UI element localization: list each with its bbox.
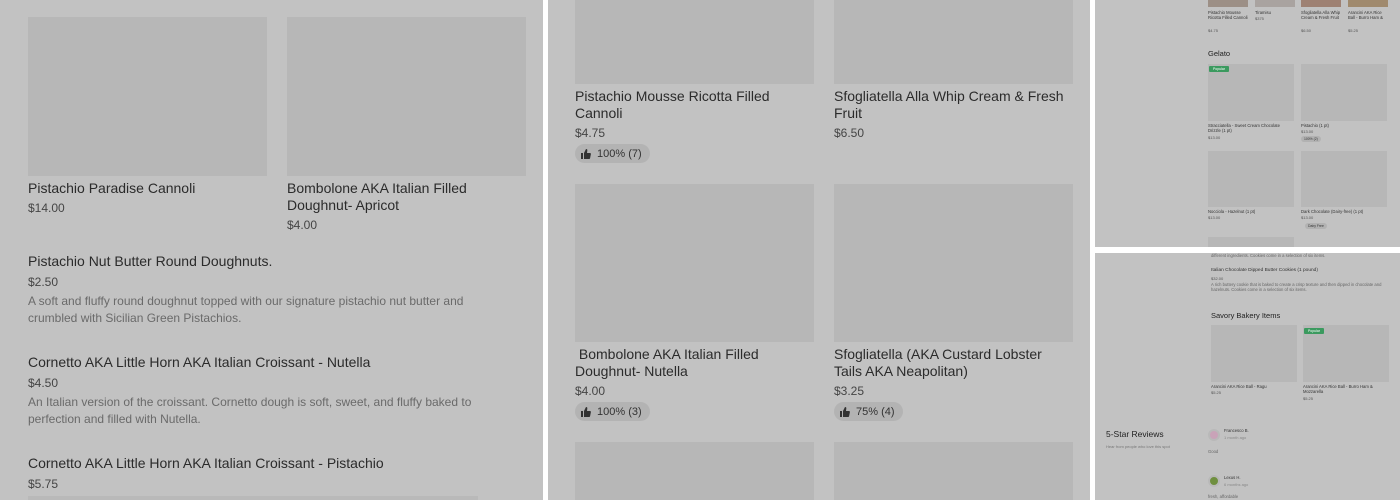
item-price: $5.25 xyxy=(1211,390,1222,395)
thumbs-up-icon xyxy=(840,406,850,417)
menu-panel-bottom-right: different ingredients. Cookies come in a… xyxy=(1095,253,1400,500)
item-price: $4.00 xyxy=(287,218,318,232)
item-name[interactable]: Bombolone AKA Italian Filled Doughnut- A… xyxy=(287,180,507,214)
item-price: $13.00 xyxy=(1208,215,1221,220)
item-name[interactable]: Sfogliatella (AKA Custard Lobster Tails … xyxy=(834,346,1059,380)
item-image-placeholder[interactable] xyxy=(834,0,1073,84)
item-image[interactable] xyxy=(1301,0,1341,7)
menu-panel-top-right: Pistachio Mousse Ricotta Filled Cannoli … xyxy=(1095,0,1400,247)
list-item-price: $5.75 xyxy=(28,477,59,491)
list-item-name[interactable]: Pistachio Nut Butter Round Doughnuts. xyxy=(28,253,528,270)
review-text: Good xyxy=(1208,449,1219,454)
item-image-placeholder[interactable] xyxy=(575,184,814,342)
item-name[interactable]: Dark Chocolate (Dairy-free) (1 pt) xyxy=(1301,209,1386,214)
list-item-description: An Italian version of the croissant. Cor… xyxy=(28,395,472,426)
item-name[interactable]: Pistachio (1 pt) xyxy=(1301,123,1381,128)
item-price: $13.00 xyxy=(1301,129,1314,134)
item-price: $4.75 xyxy=(575,126,606,140)
list-item-price: $2.50 xyxy=(28,275,59,289)
item-description: A rich buttery cookie that is baked to c… xyxy=(1211,282,1382,292)
item-price: $32.00 xyxy=(1211,276,1224,281)
item-image-placeholder[interactable] xyxy=(1301,151,1387,207)
list-item-description-cut xyxy=(28,496,478,500)
rating-text: 100% (3) xyxy=(597,405,642,418)
thumbs-up-icon xyxy=(581,148,591,159)
item-name[interactable]: Arancini AKA Rice Ball - Ragu xyxy=(1211,384,1291,389)
item-image[interactable] xyxy=(1208,0,1248,7)
list-item-description: A soft and fluffy round doughnut topped … xyxy=(28,294,464,325)
item-image-placeholder[interactable] xyxy=(834,442,1073,500)
item-name[interactable]: Stracciatella - Sweet Cream Chocolate Dr… xyxy=(1208,123,1288,133)
thumbs-up-icon xyxy=(581,406,591,417)
item-price: $5.25 xyxy=(1303,396,1314,401)
item-name[interactable]: Pistachio Mousse Ricotta Filled Cannoli xyxy=(575,88,805,122)
reviews-subtitle: Hear from people who love this spot xyxy=(1106,444,1170,449)
rating-pill: 100% (3) xyxy=(575,402,650,421)
review-time: 1 month ago xyxy=(1224,435,1247,440)
dietary-chip: Dairy Free xyxy=(1305,223,1327,229)
item-image[interactable] xyxy=(1255,0,1295,7)
list-item-name[interactable]: Cornetto AKA Little Horn AKA Italian Cro… xyxy=(28,455,528,472)
item-image-placeholder[interactable] xyxy=(28,17,267,176)
review-text: fresh, affordable xyxy=(1208,494,1239,499)
item-name[interactable]: Pistachio Mousse Ricotta Filled Cannoli xyxy=(1208,10,1248,20)
item-name[interactable]: Pistachio Paradise Cannoli xyxy=(28,180,267,197)
section-title: Gelato xyxy=(1208,49,1231,58)
item-image-placeholder[interactable] xyxy=(1208,151,1294,207)
item-price: $13.00 xyxy=(1208,135,1221,140)
item-price: $13.00 xyxy=(1301,215,1314,220)
item-price: $14.00 xyxy=(28,201,65,215)
item-name[interactable]: Sfogliatella Alla Whip Cream & Fresh Fru… xyxy=(1301,10,1341,20)
item-price: $4.75 xyxy=(1208,28,1219,33)
list-item-name[interactable]: Cornetto AKA Little Horn AKA Italian Cro… xyxy=(28,354,528,371)
item-image-placeholder[interactable] xyxy=(1211,325,1297,382)
section-title: Savory Bakery Items xyxy=(1211,311,1281,320)
reviews-title: 5-Star Reviews xyxy=(1106,429,1164,439)
item-price: $6.50 xyxy=(1301,28,1312,33)
item-price: $5.25 xyxy=(1348,28,1359,33)
review-author: Francesco B. xyxy=(1224,428,1249,433)
menu-panel-middle: Pistachio Mousse Ricotta Filled Cannoli … xyxy=(548,0,1090,500)
list-item-price: $4.50 xyxy=(28,376,59,390)
review-author: Lexus H. xyxy=(1224,475,1241,480)
rating-text: 100% (7) xyxy=(597,147,642,160)
item-description-cut: different ingredients. Cookies come in a… xyxy=(1211,253,1326,258)
item-name[interactable]: Nocciola - Hazelnut (1 pt) xyxy=(1208,209,1288,214)
item-image-placeholder[interactable] xyxy=(575,0,814,84)
menu-panel-left: Pistachio Paradise Cannoli $14.00 Bombol… xyxy=(0,0,543,500)
item-price: $6.50 xyxy=(834,126,865,140)
review-time: 6 months ago xyxy=(1224,482,1249,487)
item-price: $4.00 xyxy=(575,384,606,398)
avatar xyxy=(1208,429,1220,441)
rating-text: 75% (4) xyxy=(856,405,895,418)
item-image-placeholder[interactable] xyxy=(1301,64,1387,121)
rating-pill: 100% (7) xyxy=(575,144,650,163)
item-price: $375 xyxy=(1255,16,1264,21)
item-image[interactable] xyxy=(1348,0,1388,7)
item-name[interactable]: Sfogliatella Alla Whip Cream & Fresh Fru… xyxy=(834,88,1079,122)
item-image-placeholder[interactable] xyxy=(1208,237,1294,247)
item-image-placeholder[interactable] xyxy=(834,184,1073,342)
item-name[interactable]: Tiramisu xyxy=(1255,10,1295,15)
popular-badge: Popular xyxy=(1304,328,1324,334)
avatar xyxy=(1208,475,1220,487)
item-image-placeholder[interactable] xyxy=(575,442,814,500)
item-name[interactable]: Arancini AKA Rice Ball - Burro Ham & Moz… xyxy=(1303,384,1389,394)
popular-badge: Popular xyxy=(1209,66,1229,72)
item-name[interactable]: Bombolone AKA Italian Filled Doughnut- N… xyxy=(575,346,805,380)
item-name[interactable]: Italian Chocolate Dipped Butter Cookies … xyxy=(1211,268,1391,273)
item-image-placeholder[interactable] xyxy=(1208,64,1294,121)
item-image-placeholder[interactable] xyxy=(287,17,526,176)
rating-pill: 75% (4) xyxy=(834,402,903,421)
item-price: $3.25 xyxy=(834,384,865,398)
item-name[interactable]: Arancini AKA Rice Ball - Burro Ham & xyxy=(1348,10,1388,20)
rating-chip: 100% (2) xyxy=(1301,136,1321,142)
